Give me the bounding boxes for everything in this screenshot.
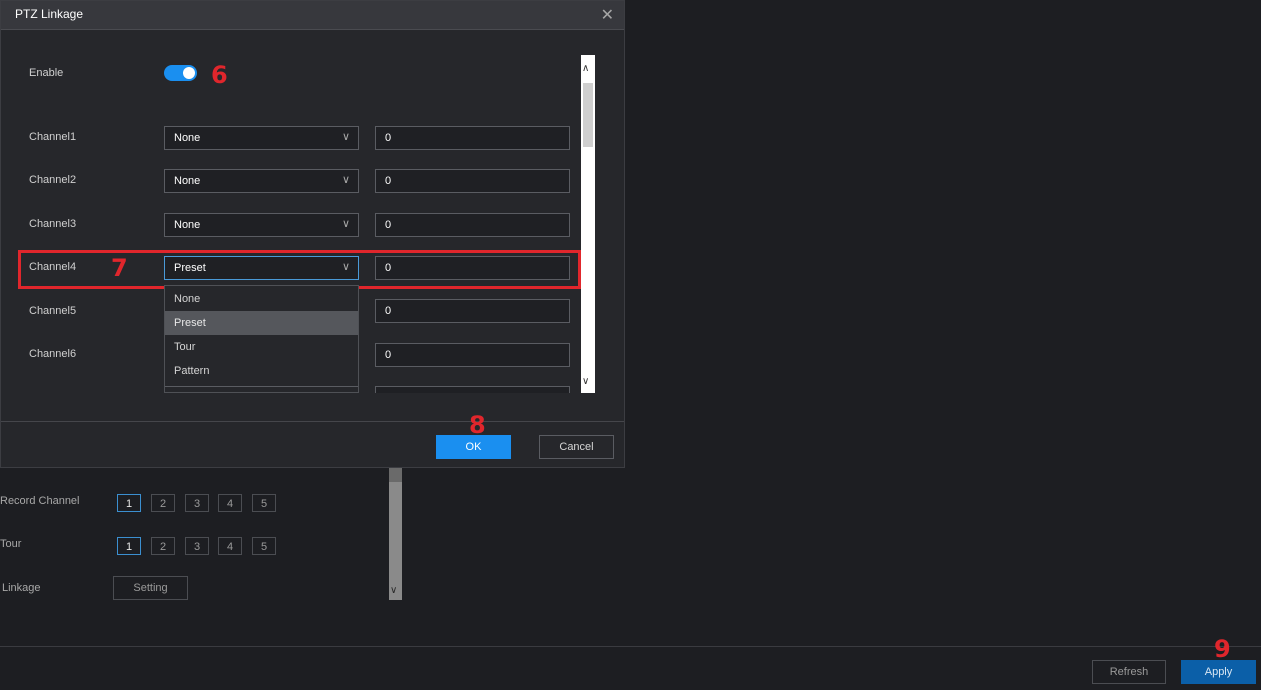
ptz-linkage-dialog: PTZ Linkage ✕ Enable 6 Channel1 None ∨ 0… [0,0,625,468]
chevron-down-icon: ∨ [341,218,350,230]
tour-option[interactable]: 2 [151,537,175,555]
channel-6-value-input[interactable]: 0 [375,343,570,367]
select-value: None [174,219,201,231]
channel-1-mode-select[interactable]: None ∨ [164,126,359,150]
record-channel-option[interactable]: 3 [185,494,209,512]
tour-option[interactable]: 5 [252,537,276,555]
dropdown-option-tour[interactable]: Tour [165,335,358,359]
dialog-scrollbar[interactable]: ∧ ∨ [581,55,595,393]
apply-button[interactable]: Apply [1181,660,1256,684]
cancel-button[interactable]: Cancel [539,435,614,459]
tour-label: Tour [0,538,22,550]
channel-6-label: Channel6 [29,348,77,360]
channel-3-value-input[interactable]: 0 [375,213,570,237]
refresh-button[interactable]: Refresh [1092,660,1166,684]
record-channel-option[interactable]: 4 [218,494,242,512]
record-channel-option[interactable]: 2 [151,494,175,512]
close-icon[interactable]: ✕ [601,5,614,25]
channel-1-value-input[interactable]: 0 [375,126,570,150]
select-value: None [174,175,201,187]
dialog-footer-divider [1,421,624,422]
step-7-marker: 7 [111,254,128,282]
channel-2-value-input[interactable]: 0 [375,169,570,193]
dropdown-option-pattern[interactable]: Pattern [165,359,358,383]
chevron-down-icon: ∨ [341,174,350,186]
record-channel-label: Record Channel [0,495,80,507]
step-8-marker: 8 [469,411,486,439]
dialog-header: PTZ Linkage ✕ [1,1,624,30]
mode-dropdown-list: None Preset Tour Pattern [164,285,359,393]
linkage-label: Linkage [2,582,41,594]
channel-7-value-input[interactable] [375,386,570,393]
channel-2-mode-select[interactable]: None ∨ [164,169,359,193]
select-value: None [174,132,201,144]
scroll-down-icon[interactable]: ∨ [582,376,589,387]
toggle-knob [183,67,195,79]
scroll-down-icon[interactable]: ∨ [390,585,397,596]
ptz-setting-button[interactable]: Setting [113,576,188,600]
dropdown-option-none[interactable]: None [165,287,358,311]
record-channel-option[interactable]: 5 [252,494,276,512]
channel-5-value-input[interactable]: 0 [375,299,570,323]
channel-4-highlight [18,250,581,289]
page-scrollbar[interactable]: ∨ [389,468,402,600]
tour-option[interactable]: 4 [218,537,242,555]
channel-3-mode-select[interactable]: None ∨ [164,213,359,237]
step-6-marker: 6 [211,61,228,89]
footer-divider [0,646,1261,647]
record-channel-option[interactable]: 1 [117,494,141,512]
dialog-title: PTZ Linkage [15,7,84,21]
tour-option[interactable]: 1 [117,537,141,555]
channel-3-label: Channel3 [29,218,77,230]
step-9-marker: 9 [1214,635,1231,663]
channel-1-label: Channel1 [29,131,77,143]
dialog-scrollbar-thumb[interactable] [583,83,593,147]
channel-5-label: Channel5 [29,305,77,317]
dropdown-option-preset[interactable]: Preset [165,311,358,335]
scroll-up-icon[interactable]: ∧ [582,63,589,74]
chevron-down-icon: ∨ [341,131,350,143]
channel-2-label: Channel2 [29,174,77,186]
tour-option[interactable]: 3 [185,537,209,555]
enable-toggle[interactable] [164,65,197,81]
dropdown-divider [165,386,358,387]
enable-label: Enable [29,67,64,79]
page-scrollbar-thumb[interactable] [389,468,402,482]
